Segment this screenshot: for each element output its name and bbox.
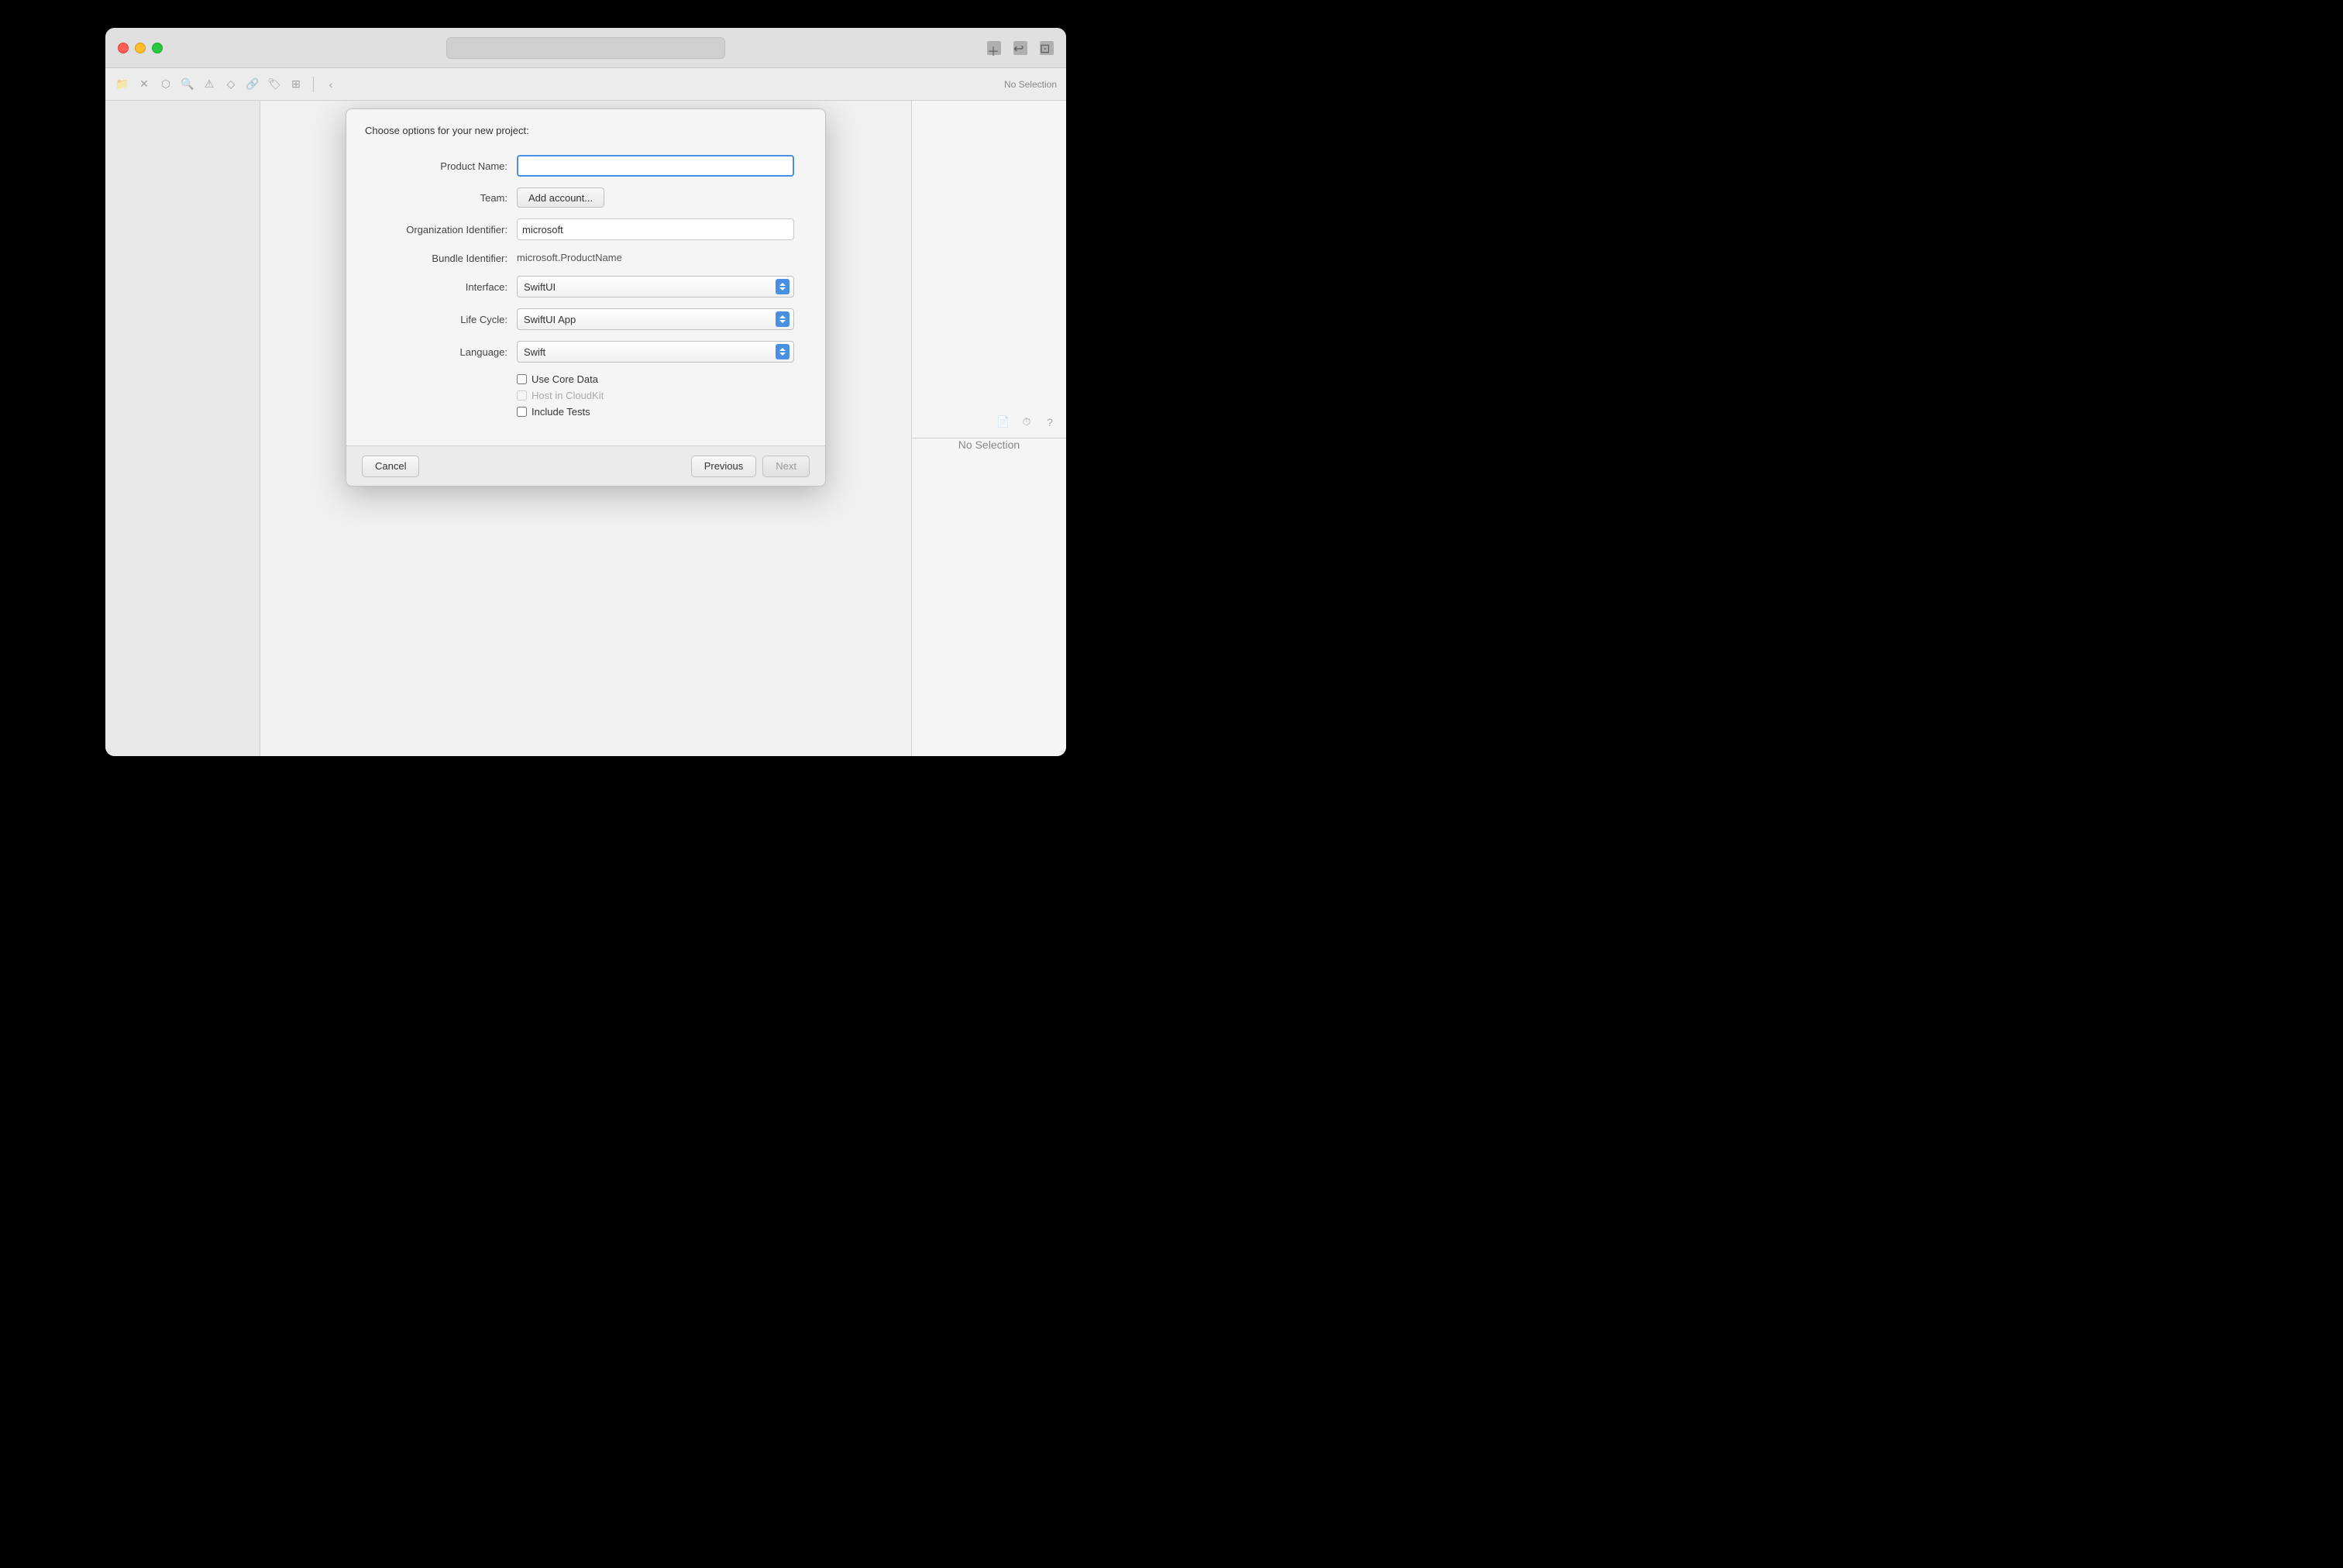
add-icon[interactable]: ＋ <box>987 41 1001 55</box>
host-cloudkit-label: Host in CloudKit <box>532 390 604 401</box>
language-select[interactable]: Swift Objective-C <box>517 341 794 363</box>
titlebar-center <box>446 37 725 59</box>
lifecycle-field: SwiftUI App UIKit App Delegate <box>517 308 794 330</box>
maximize-button[interactable] <box>152 43 163 53</box>
use-core-data-row: Use Core Data <box>377 373 794 385</box>
team-row: Team: Add account... <box>377 187 794 208</box>
link-icon[interactable]: 🔗 <box>245 77 260 92</box>
toolbar: 📁 ✕ ⬡ 🔍 ⚠ ◇ 🔗 🏷 ⊞ ‹ No Selection <box>105 68 1066 101</box>
product-name-input[interactable] <box>517 155 794 177</box>
previous-button[interactable]: Previous <box>691 456 757 477</box>
bundle-identifier-field: microsoft.ProductName <box>517 251 794 265</box>
layout-icon[interactable]: ⊡ <box>1040 41 1054 55</box>
dialog-title: Choose options for your new project: <box>365 125 529 136</box>
sidebar <box>105 101 260 756</box>
include-tests-checkbox[interactable] <box>517 407 527 417</box>
team-field: Add account... <box>517 187 794 208</box>
warn-icon[interactable]: ⚠ <box>201 77 217 92</box>
stop-icon[interactable]: ✕ <box>136 77 152 92</box>
diamond-icon[interactable]: ◇ <box>223 77 239 92</box>
lifecycle-label: Life Cycle: <box>377 314 517 325</box>
host-cloudkit-checkbox <box>517 390 527 401</box>
folder-icon[interactable]: 📁 <box>115 77 130 92</box>
product-name-label: Product Name: <box>377 160 517 172</box>
no-selection-label: No Selection <box>1004 79 1057 90</box>
interface-select-wrapper: SwiftUI Storyboard <box>517 276 794 297</box>
search-icon[interactable]: 🔍 <box>180 77 195 92</box>
return-icon[interactable]: ↩ <box>1013 41 1027 55</box>
use-core-data-label: Use Core Data <box>532 373 598 385</box>
product-name-field <box>517 155 794 177</box>
file-icon[interactable]: 📄 <box>996 415 1010 429</box>
dialog-footer: Cancel Previous Next <box>346 445 825 486</box>
editor-area: Choose options for your new project: Pro… <box>260 101 911 756</box>
use-core-data-checkbox[interactable] <box>517 374 527 384</box>
lifecycle-row: Life Cycle: SwiftUI App UIKit App Delega… <box>377 308 794 330</box>
dialog-header: Choose options for your new project: <box>346 109 825 136</box>
bundle-identifier-row: Bundle Identifier: microsoft.ProductName <box>377 251 794 265</box>
footer-right: Previous Next <box>691 456 810 477</box>
interface-label: Interface: <box>377 281 517 293</box>
add-account-button[interactable]: Add account... <box>517 187 604 208</box>
right-panel-no-selection: No Selection <box>958 438 1020 451</box>
close-button[interactable] <box>118 43 129 53</box>
interface-field: SwiftUI Storyboard <box>517 276 794 297</box>
titlebar: ＋ ↩ ⊡ <box>105 28 1066 68</box>
inspector-header: 📄 ⏱ ? <box>912 406 1066 438</box>
cancel-button[interactable]: Cancel <box>362 456 419 477</box>
right-panel: 📄 ⏱ ? No Selection <box>911 101 1066 756</box>
product-name-row: Product Name: <box>377 155 794 177</box>
scheme-icon[interactable]: ⬡ <box>158 77 174 92</box>
lifecycle-select-wrapper: SwiftUI App UIKit App Delegate <box>517 308 794 330</box>
main-window: ＋ ↩ ⊡ 📁 ✕ ⬡ 🔍 ⚠ ◇ 🔗 🏷 ⊞ ‹ No Selection <box>105 28 1066 756</box>
next-button: Next <box>762 456 810 477</box>
chevron-left-icon[interactable]: ‹ <box>323 77 339 92</box>
main-content: Choose options for your new project: Pro… <box>105 101 1066 756</box>
new-project-dialog: Choose options for your new project: Pro… <box>346 108 826 487</box>
dialog-body: Product Name: Team: Add account... <box>346 136 825 445</box>
dialog-overlay: Choose options for your new project: Pro… <box>260 101 911 756</box>
bundle-identifier-value: microsoft.ProductName <box>517 249 622 266</box>
org-identifier-label: Organization Identifier: <box>377 224 517 236</box>
host-cloudkit-row: Host in CloudKit <box>377 390 794 401</box>
minimize-button[interactable] <box>135 43 146 53</box>
language-row: Language: Swift Objective-C <box>377 341 794 363</box>
language-label: Language: <box>377 346 517 358</box>
titlebar-search <box>446 37 725 59</box>
team-label: Team: <box>377 192 517 204</box>
org-identifier-input[interactable] <box>517 218 794 240</box>
toolbar-divider <box>313 77 314 92</box>
language-field: Swift Objective-C <box>517 341 794 363</box>
history-icon[interactable]: ⏱ <box>1020 415 1034 429</box>
tag-icon[interactable]: 🏷 <box>267 77 282 92</box>
lifecycle-select[interactable]: SwiftUI App UIKit App Delegate <box>517 308 794 330</box>
grid-icon[interactable]: ⊞ <box>288 77 304 92</box>
help-icon[interactable]: ? <box>1043 415 1057 429</box>
language-select-wrapper: Swift Objective-C <box>517 341 794 363</box>
bundle-identifier-label: Bundle Identifier: <box>377 253 517 264</box>
traffic-lights <box>118 43 163 53</box>
titlebar-right: ＋ ↩ ⊡ <box>987 41 1054 55</box>
include-tests-row: Include Tests <box>377 406 794 418</box>
interface-row: Interface: SwiftUI Storyboard <box>377 276 794 297</box>
org-identifier-row: Organization Identifier: <box>377 218 794 240</box>
include-tests-label: Include Tests <box>532 406 590 418</box>
org-identifier-field <box>517 218 794 240</box>
interface-select[interactable]: SwiftUI Storyboard <box>517 276 794 297</box>
